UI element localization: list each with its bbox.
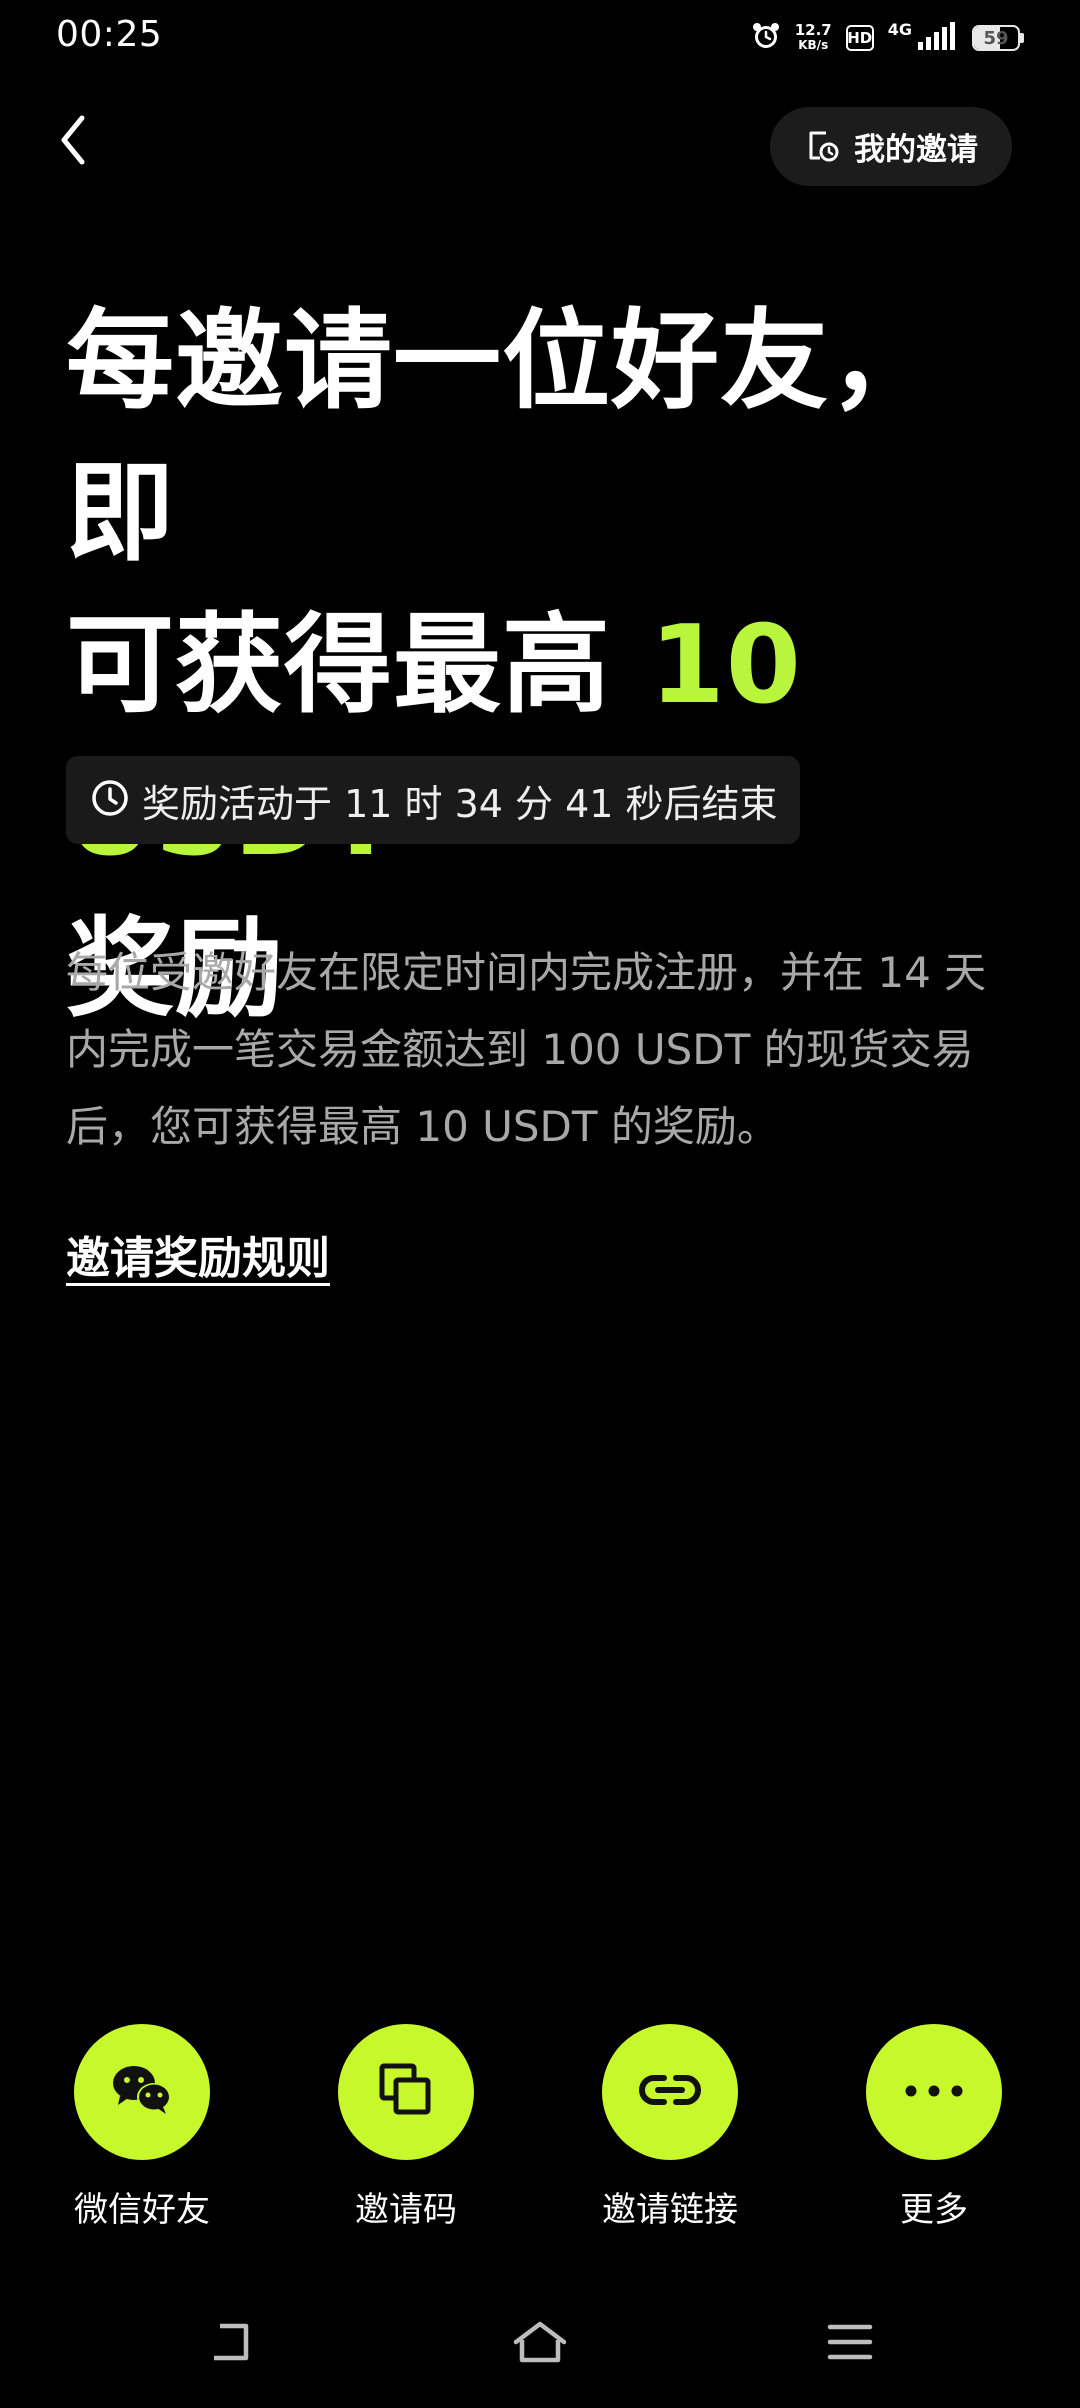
battery-icon: 59: [972, 25, 1024, 51]
nav-back-button[interactable]: [195, 2314, 265, 2374]
my-invites-label: 我的邀请: [854, 132, 978, 168]
nav-home-button[interactable]: [505, 2314, 575, 2374]
nav-back-icon: [206, 2320, 254, 2368]
countdown-text: 奖励活动于 11 时 34 分 41 秒后结束: [142, 781, 778, 826]
headline-line2-prefix: 可获得最高: [66, 603, 650, 728]
link-icon: [638, 2070, 702, 2114]
share-invite-link-button[interactable]: 邀请链接: [560, 2024, 780, 2231]
wechat-icon: [110, 2062, 174, 2122]
share-invite-link-circle: [602, 2024, 738, 2160]
share-wechat-label: 微信好友: [74, 2190, 210, 2230]
status-bar: 00:25 12.7 KB/s HD 4G 59: [0, 0, 1080, 76]
nav-menu-button[interactable]: [815, 2314, 885, 2374]
more-icon: [904, 2083, 964, 2102]
headline: 每邀请一位好友，即 可获得最高 10 USDT 奖励: [66, 286, 1026, 1046]
share-wechat-button[interactable]: 微信好友: [32, 2024, 252, 2231]
invite-record-icon: [804, 127, 840, 167]
alarm-icon: [751, 21, 781, 55]
share-options: 微信好友 邀请码 邀请链接 更多: [0, 2024, 1080, 2230]
system-nav-bar: [0, 2300, 1080, 2390]
net-speed-unit: KB/s: [798, 38, 829, 52]
share-more-button[interactable]: 更多: [824, 2024, 1044, 2231]
signal-indicator: 4G: [888, 22, 958, 54]
share-more-label: 更多: [900, 2190, 968, 2230]
share-invite-link-label: 邀请链接: [602, 2190, 738, 2230]
share-invite-code-button[interactable]: 邀请码: [296, 2024, 516, 2231]
battery-level: 59: [983, 27, 1009, 49]
net-speed-value: 12.7: [794, 21, 832, 39]
net-speed: 12.7 KB/s: [795, 23, 832, 53]
clock-icon: [90, 778, 130, 822]
headline-line1: 每邀请一位好友，即: [66, 299, 939, 576]
my-invites-button[interactable]: 我的邀请: [770, 107, 1012, 186]
chevron-left-icon: [58, 114, 88, 170]
hd-badge: HD: [845, 25, 874, 51]
share-wechat-circle: [74, 2024, 210, 2160]
menu-icon: [827, 2323, 873, 2365]
status-icons: 12.7 KB/s HD 4G 59: [751, 18, 1024, 58]
home-icon: [512, 2320, 568, 2368]
status-time: 00:25: [56, 14, 163, 55]
countdown-chip: 奖励活动于 11 时 34 分 41 秒后结束: [66, 756, 800, 844]
signal-bars-icon: [918, 22, 958, 54]
back-button[interactable]: [58, 104, 128, 180]
copy-icon: [378, 2062, 434, 2122]
rules-link[interactable]: 邀请奖励规则: [66, 1222, 330, 1286]
share-invite-code-circle: [338, 2024, 474, 2160]
network-type: 4G: [887, 20, 912, 39]
reward-description: 每位受邀好友在限定时间内完成注册，并在 14 天内完成一笔交易金额达到 100 …: [66, 948, 987, 1151]
share-more-circle: [866, 2024, 1002, 2160]
share-invite-code-label: 邀请码: [355, 2190, 457, 2230]
